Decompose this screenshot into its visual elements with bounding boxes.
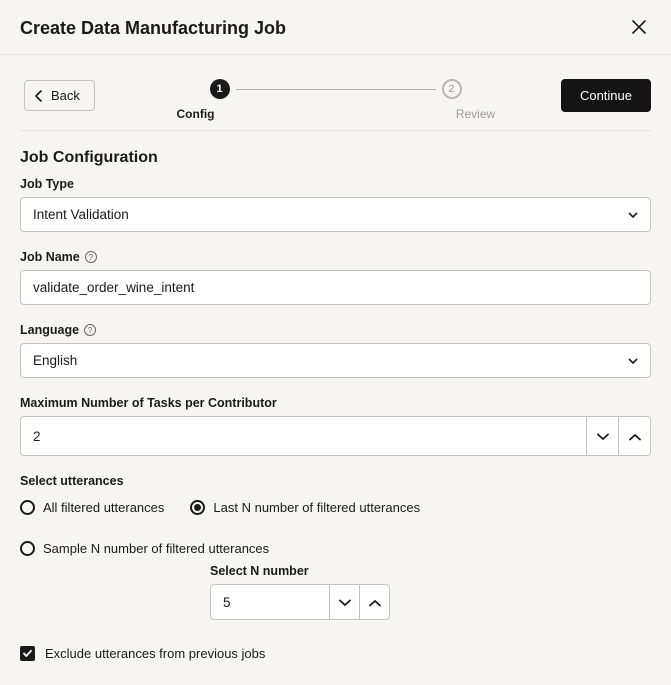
step-2-circle: 2 — [442, 79, 462, 99]
step-2-label: Review — [446, 107, 506, 121]
chevron-down-icon — [597, 429, 609, 444]
chevron-down-icon — [339, 595, 351, 610]
chevron-left-icon — [35, 90, 43, 102]
radio-icon — [20, 500, 35, 515]
back-button[interactable]: Back — [24, 80, 95, 111]
section-title: Job Configuration — [20, 149, 651, 167]
select-n-label: Select N number — [210, 564, 651, 578]
max-tasks-label: Maximum Number of Tasks per Contributor — [20, 396, 651, 410]
language-value: English — [33, 353, 77, 368]
select-n-value: 5 — [211, 588, 329, 617]
max-tasks-value: 2 — [21, 420, 586, 453]
select-n-increment[interactable] — [359, 585, 389, 619]
max-tasks-spinner[interactable]: 2 — [20, 416, 651, 456]
check-icon — [22, 648, 33, 659]
close-icon — [632, 18, 646, 39]
radio-all-filtered[interactable]: All filtered utterances — [20, 500, 164, 515]
job-type-label: Job Type — [20, 177, 651, 191]
select-utterances-label: Select utterances — [20, 474, 651, 488]
back-label: Back — [51, 88, 80, 103]
step-1-label: Config — [166, 107, 226, 121]
job-name-label: Job Name — [20, 250, 80, 264]
radio-icon — [20, 541, 35, 556]
radio-label: Sample N number of filtered utterances — [43, 541, 269, 556]
chevron-up-icon — [369, 595, 381, 610]
stepper: 1 2 Config Review — [186, 79, 486, 121]
select-n-spinner[interactable]: 5 — [210, 584, 390, 620]
max-tasks-increment[interactable] — [618, 417, 650, 455]
step-line — [236, 89, 436, 90]
radio-icon — [190, 500, 205, 515]
exclude-checkbox[interactable] — [20, 646, 35, 661]
max-tasks-decrement[interactable] — [586, 417, 618, 455]
language-select[interactable]: English — [20, 343, 651, 378]
job-type-value: Intent Validation — [33, 207, 129, 222]
step-1-circle: 1 — [210, 79, 230, 99]
job-type-select[interactable]: Intent Validation — [20, 197, 651, 232]
exclude-label: Exclude utterances from previous jobs — [45, 646, 265, 661]
radio-label: All filtered utterances — [43, 500, 164, 515]
caret-down-icon — [628, 358, 638, 364]
job-name-input-wrap — [20, 270, 651, 305]
dialog-title: Create Data Manufacturing Job — [20, 18, 286, 39]
caret-down-icon — [628, 212, 638, 218]
language-label: Language — [20, 323, 79, 337]
help-icon[interactable]: ? — [84, 324, 96, 336]
radio-sample-n[interactable]: Sample N number of filtered utterances — [20, 541, 269, 556]
chevron-up-icon — [629, 429, 641, 444]
job-name-input[interactable] — [33, 280, 638, 295]
radio-label: Last N number of filtered utterances — [213, 500, 420, 515]
continue-button[interactable]: Continue — [561, 79, 651, 112]
close-button[interactable] — [627, 16, 651, 40]
radio-last-n[interactable]: Last N number of filtered utterances — [190, 500, 420, 515]
help-icon[interactable]: ? — [85, 251, 97, 263]
select-n-decrement[interactable] — [329, 585, 359, 619]
